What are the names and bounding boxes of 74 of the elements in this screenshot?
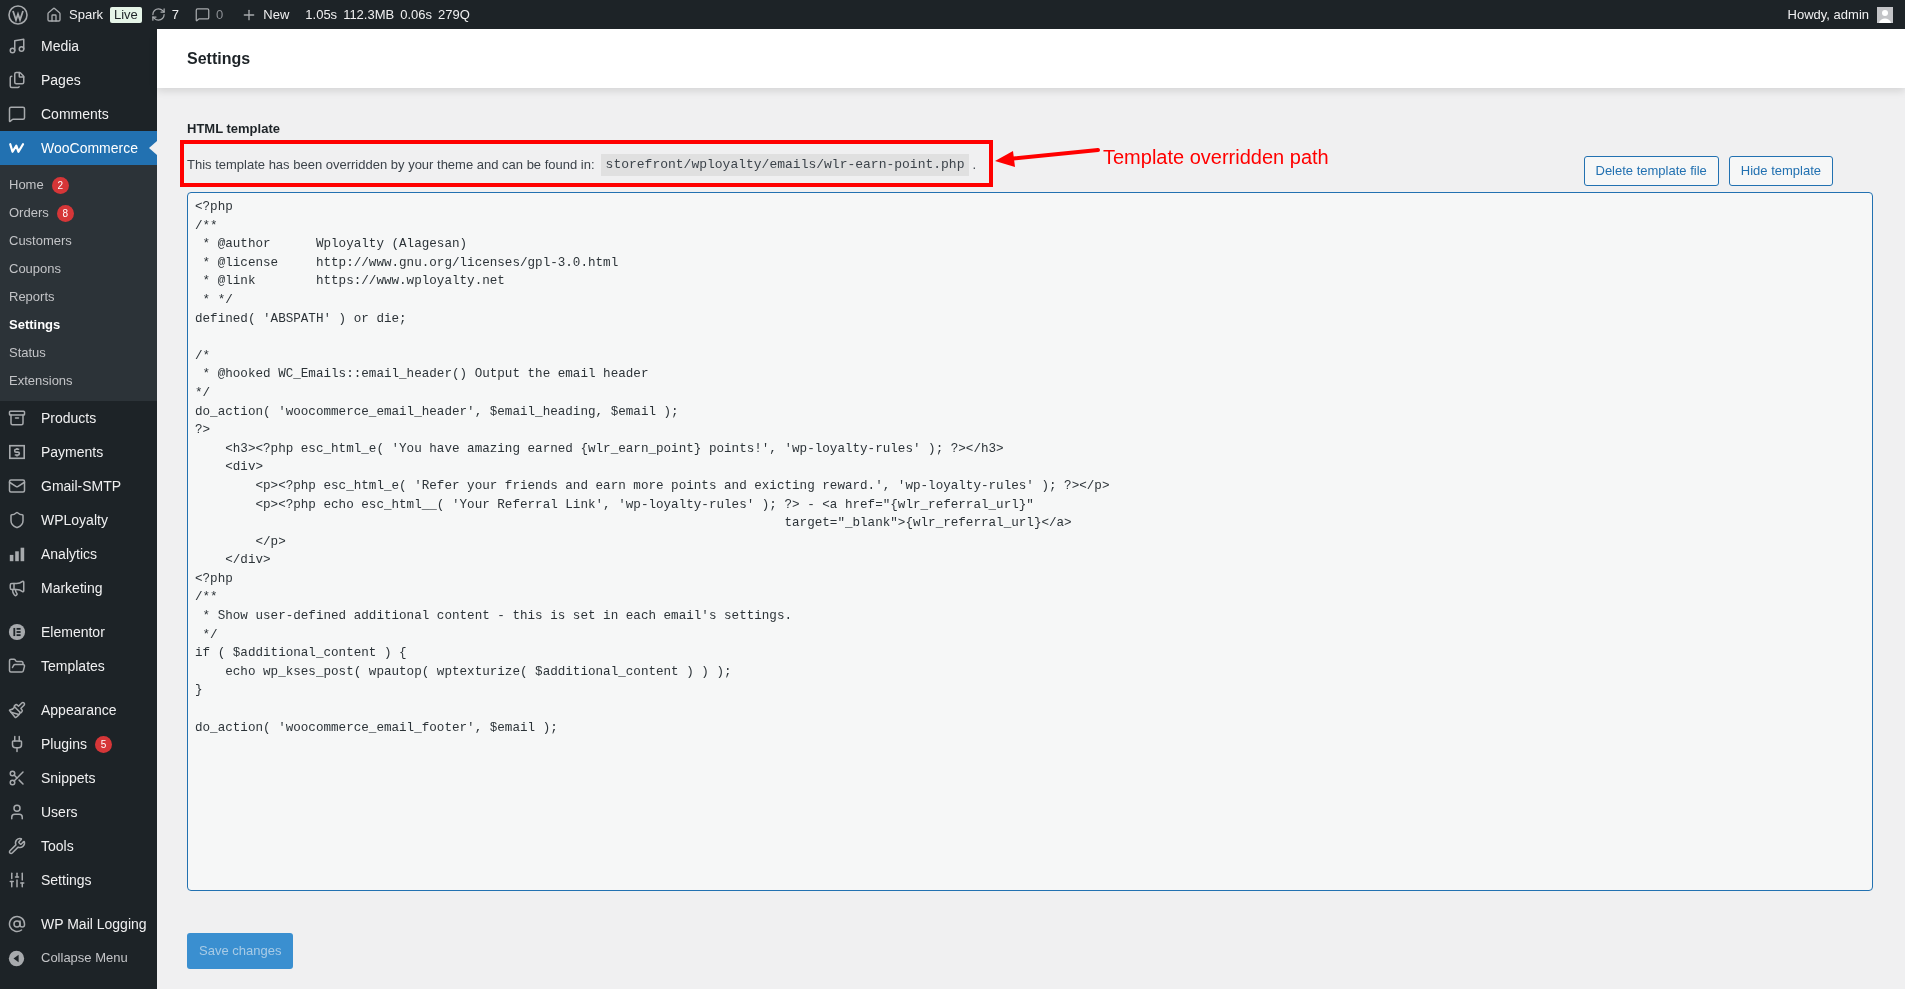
menu-item[interactable]: WooCommerce	[0, 131, 157, 165]
music-icon	[8, 37, 26, 55]
submenu-item[interactable]: Customers	[0, 227, 157, 255]
count-badge: 2	[51, 176, 69, 194]
envelope-icon	[8, 477, 26, 495]
section-title: HTML template	[187, 121, 281, 137]
dollar-icon	[8, 443, 26, 461]
notice-period: .	[972, 156, 977, 175]
menu-item[interactable]: Media	[0, 29, 157, 63]
speech-bubble-icon	[8, 105, 26, 123]
scissors-icon	[8, 769, 26, 787]
folder-icon	[8, 657, 26, 675]
home-icon	[46, 6, 62, 23]
comments-count: 0	[216, 5, 224, 24]
archive-icon	[8, 409, 26, 427]
bar-chart-icon	[8, 545, 26, 563]
megaphone-icon	[8, 579, 26, 597]
query-monitor-stat[interactable]: 1.05s	[305, 4, 338, 25]
submenu-item[interactable]: Coupons	[0, 255, 157, 283]
page-title: Settings	[187, 48, 251, 69]
greeting-link[interactable]: Howdy, admin	[1787, 4, 1869, 25]
updates-icon[interactable]	[150, 7, 166, 22]
menu-item[interactable]: Products	[0, 401, 157, 435]
menu-item[interactable]: WPLoyalty	[0, 503, 157, 537]
live-badge: Live	[109, 6, 142, 23]
current-pointer-icon	[149, 141, 157, 155]
wrench-icon	[8, 837, 26, 855]
annotation-label: Template overridden path	[1103, 145, 1329, 170]
sliders-icon	[8, 871, 26, 889]
menu-item[interactable]: Analytics	[0, 537, 157, 571]
elementor-icon	[8, 623, 26, 641]
menu-item[interactable]: Tools	[0, 829, 157, 863]
override-notice: This template has been overridden by your theme and can be found in:	[187, 156, 595, 175]
menu-item[interactable]: Settings	[0, 863, 157, 897]
paintbrush-icon	[8, 701, 26, 719]
template-action-button[interactable]: Hide template	[1728, 156, 1833, 186]
code-text: <?php /** * @author Wployalty (Alagesan) * @license http://www.gnu.org/licenses/gpl-3.0.html * @link https://www.wployalty.net * */ defined( 'ABSPATH' ) or die; /* * @hooked WC_Emails::email_header() Output the email header */ do_action( 'woocommerce_email_header', $email_heading, $email ); ?> <h3><?php esc_html_e( 'You have amazing earned {wlr_earn_point} points!', 'wp-loyalty-rules' ); ?></h3> <div> <p><?php esc_html_e( 'Refer your friends and earn more points and exicting reward.', 'wp-loyalty-rules' ); ?></p> <p><?php echo esc_html__( 'Your Referral Link', 'wp-loyalty-rules' ); ?> - <a href="{wlr_referral_url}" target="_blank">{wlr_referral_url}</a> </p> </div> <?php /** * Show user-defined additional content - this is set in each email's settings. */ if ( $additional_content ) { echo wp_kses_post( wpautop( wptexturize( $additional_content ) ) ); } do_action( 'woocommerce_email_footer', $email );	[195, 199, 1111, 737]
collapse-icon	[8, 949, 25, 967]
query-monitor-stat[interactable]: 112.3MB	[343, 4, 395, 25]
query-monitor-stat[interactable]: 279Q	[438, 4, 470, 25]
pages-icon	[8, 71, 26, 89]
submenu-item[interactable]: Orders 8	[0, 199, 157, 227]
menu-item[interactable]: Comments	[0, 97, 157, 131]
menu-item[interactable]: Elementor	[0, 615, 157, 649]
wordpress-logo-icon[interactable]	[8, 4, 28, 25]
count-badge: 8	[56, 204, 74, 222]
menu-item[interactable]: Templates	[0, 649, 157, 683]
menu-item[interactable]: Gmail-SMTP	[0, 469, 157, 503]
menu-item[interactable]: Plugins 5	[0, 727, 157, 761]
site-name-link[interactable]: Spark	[69, 4, 103, 25]
at-sign-icon	[8, 915, 26, 933]
menu-item[interactable]: Appearance	[0, 693, 157, 727]
submenu-item[interactable]: Reports	[0, 283, 157, 311]
menu-item[interactable]: Marketing	[0, 571, 157, 605]
submenu-item[interactable]: Home 2	[0, 171, 157, 199]
count-badge: 5	[94, 735, 112, 753]
new-link[interactable]: New	[263, 4, 290, 25]
template-path: storefront/wployalty/emails/wlr-earn-point.php	[600, 154, 970, 176]
menu-item[interactable]: Payments	[0, 435, 157, 469]
shield-icon	[8, 511, 26, 529]
updates-count: 7	[171, 5, 180, 24]
menu-item[interactable]: Pages	[0, 63, 157, 97]
menu-item[interactable]: Users	[0, 795, 157, 829]
menu-item[interactable]: Snippets	[0, 761, 157, 795]
comments-icon[interactable]	[195, 7, 211, 22]
template-action-button[interactable]: Delete template file	[1583, 156, 1719, 186]
submenu-item[interactable]: Status	[0, 339, 157, 367]
query-monitor-stat[interactable]: 0.06s	[400, 4, 432, 25]
menu-item[interactable]: WP Mail Logging	[0, 907, 157, 941]
submenu-item[interactable]: Settings	[0, 311, 157, 339]
submenu-item[interactable]: Extensions	[0, 367, 157, 395]
avatar-icon[interactable]	[1877, 6, 1893, 23]
user-icon	[8, 803, 26, 821]
collapse-menu-button[interactable]: Collapse Menu	[0, 941, 157, 975]
